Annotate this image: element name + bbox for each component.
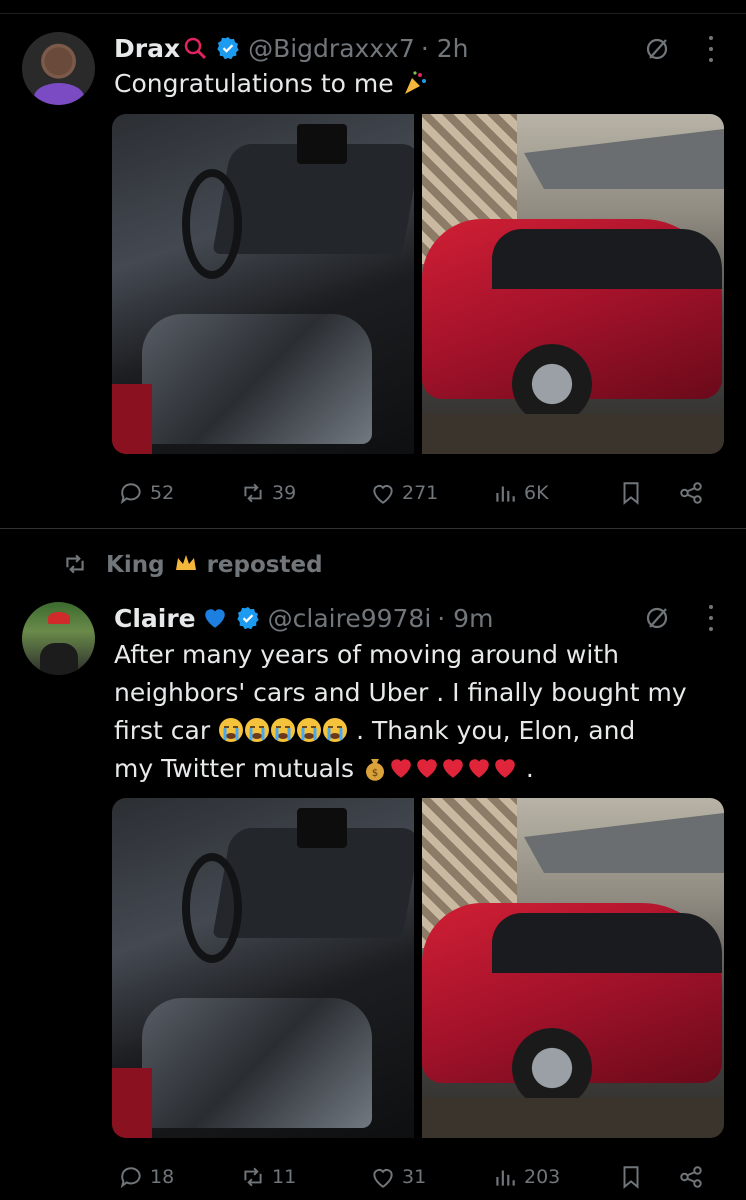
handle[interactable]: @Bigdraxxx7: [248, 34, 415, 63]
reply-icon: [120, 483, 141, 505]
avatar[interactable]: [22, 602, 95, 675]
avatar[interactable]: [22, 32, 95, 105]
grok-icon[interactable]: [644, 605, 670, 631]
repost-icon: [244, 483, 262, 503]
like-count: 271: [402, 482, 439, 504]
views-icon: [496, 1170, 515, 1186]
share-icon[interactable]: [678, 480, 704, 506]
timestamp[interactable]: · 9m: [437, 604, 493, 633]
repost-count: 11: [272, 1166, 297, 1188]
repost-icon: [66, 554, 84, 574]
share-icon[interactable]: [678, 1164, 704, 1190]
car-interior-photo[interactable]: [112, 114, 414, 454]
action-bar: 18 11 31 203: [112, 1160, 712, 1194]
crying-face-icon: [219, 718, 244, 742]
money-and-hearts-emojis: $: [362, 754, 526, 783]
verified-badge-icon: [236, 607, 259, 630]
tweet-text-fragment: my Twitter mutuals: [114, 754, 354, 783]
verified-badge-icon: [217, 37, 239, 60]
like-button[interactable]: 31: [370, 1164, 426, 1190]
crown-emoji-icon: [175, 555, 196, 570]
views-icon: [496, 486, 515, 502]
media-gallery[interactable]: [112, 798, 724, 1138]
reply-button[interactable]: 52: [118, 480, 174, 506]
tweet-text-fragment: .: [525, 754, 534, 783]
party-popper-icon: [404, 71, 426, 94]
tweet-text-line: neighbors' cars and Uber . I finally bou…: [114, 678, 687, 707]
reply-count: 52: [150, 482, 175, 504]
like-icon: [373, 485, 393, 504]
reply-icon: [120, 1167, 141, 1189]
repost-button[interactable]: 39: [240, 480, 296, 506]
display-name[interactable]: Claire: [114, 604, 196, 633]
red-heart-icon: [469, 759, 489, 778]
like-count: 31: [402, 1166, 427, 1188]
red-heart-icon: [443, 759, 463, 778]
view-count: 6K: [524, 482, 549, 504]
top-divider: [0, 0, 746, 14]
tweet-text-line: After many years of moving around with: [114, 640, 619, 669]
crying-face-icon: [323, 718, 348, 742]
magnifier-emoji-icon: [184, 37, 207, 60]
red-heart-icon: [391, 759, 411, 778]
handle[interactable]: @claire9978i: [268, 604, 432, 633]
reposter-name[interactable]: King: [106, 552, 165, 578]
tweet-text-fragment: . Thank you, Elon, and: [356, 716, 636, 745]
blue-heart-emoji-icon: [204, 609, 225, 628]
tweet-text-line: first car . Thank you, Elon, and: [114, 712, 724, 750]
crying-face-icon: [297, 718, 322, 742]
repost-button[interactable]: 11: [240, 1164, 296, 1190]
tweet-header: Claire @claire9978i · 9m: [114, 600, 493, 636]
like-button[interactable]: 271: [370, 480, 438, 506]
more-icon[interactable]: [706, 36, 716, 62]
svg-text:$: $: [372, 768, 378, 779]
tweet-header: Drax @Bigdraxxx7 · 2h: [114, 30, 468, 66]
tweet-text-content: Congratulations to me: [114, 69, 394, 98]
tweet-text: After many years of moving around with n…: [114, 636, 724, 788]
red-car-photo[interactable]: [422, 114, 724, 454]
red-heart-icon: [495, 759, 515, 778]
timestamp[interactable]: · 2h: [421, 34, 469, 63]
reply-button[interactable]: 18: [118, 1164, 174, 1190]
red-heart-icon: [417, 759, 437, 778]
crying-face-icon: [245, 718, 270, 742]
more-icon[interactable]: [706, 605, 716, 631]
views-button[interactable]: 203: [492, 1164, 560, 1190]
money-bag-icon: $: [365, 759, 384, 781]
view-count: 203: [524, 1166, 561, 1188]
repost-label: reposted: [206, 552, 323, 578]
views-button[interactable]: 6K: [492, 480, 549, 506]
media-gallery[interactable]: [112, 114, 724, 454]
grok-icon[interactable]: [644, 36, 670, 62]
tweet-text-line: my Twitter mutuals $ .: [114, 750, 724, 788]
crying-face-icon: [271, 718, 296, 742]
action-bar: 52 39 271 6K: [112, 476, 712, 510]
crying-emojis: [218, 716, 356, 745]
repost-icon: [244, 1167, 262, 1187]
display-name[interactable]: Drax: [114, 34, 180, 63]
red-car-photo[interactable]: [422, 798, 724, 1138]
car-interior-photo[interactable]: [112, 798, 414, 1138]
bookmark-icon[interactable]: [618, 480, 644, 506]
repost-count: 39: [272, 482, 297, 504]
like-icon: [373, 1169, 393, 1188]
repost-banner: King reposted: [62, 550, 323, 578]
tweet-text-fragment: first car: [114, 716, 211, 745]
reply-count: 18: [150, 1166, 175, 1188]
tweet-text: Congratulations to me: [114, 65, 724, 103]
bookmark-icon[interactable]: [618, 1164, 644, 1190]
tweet-drax[interactable]: Drax @Bigdraxxx7 · 2h Congratulations to…: [0, 14, 746, 529]
tweet-claire[interactable]: King reposted Claire @claire9978i · 9m A…: [0, 530, 746, 1200]
